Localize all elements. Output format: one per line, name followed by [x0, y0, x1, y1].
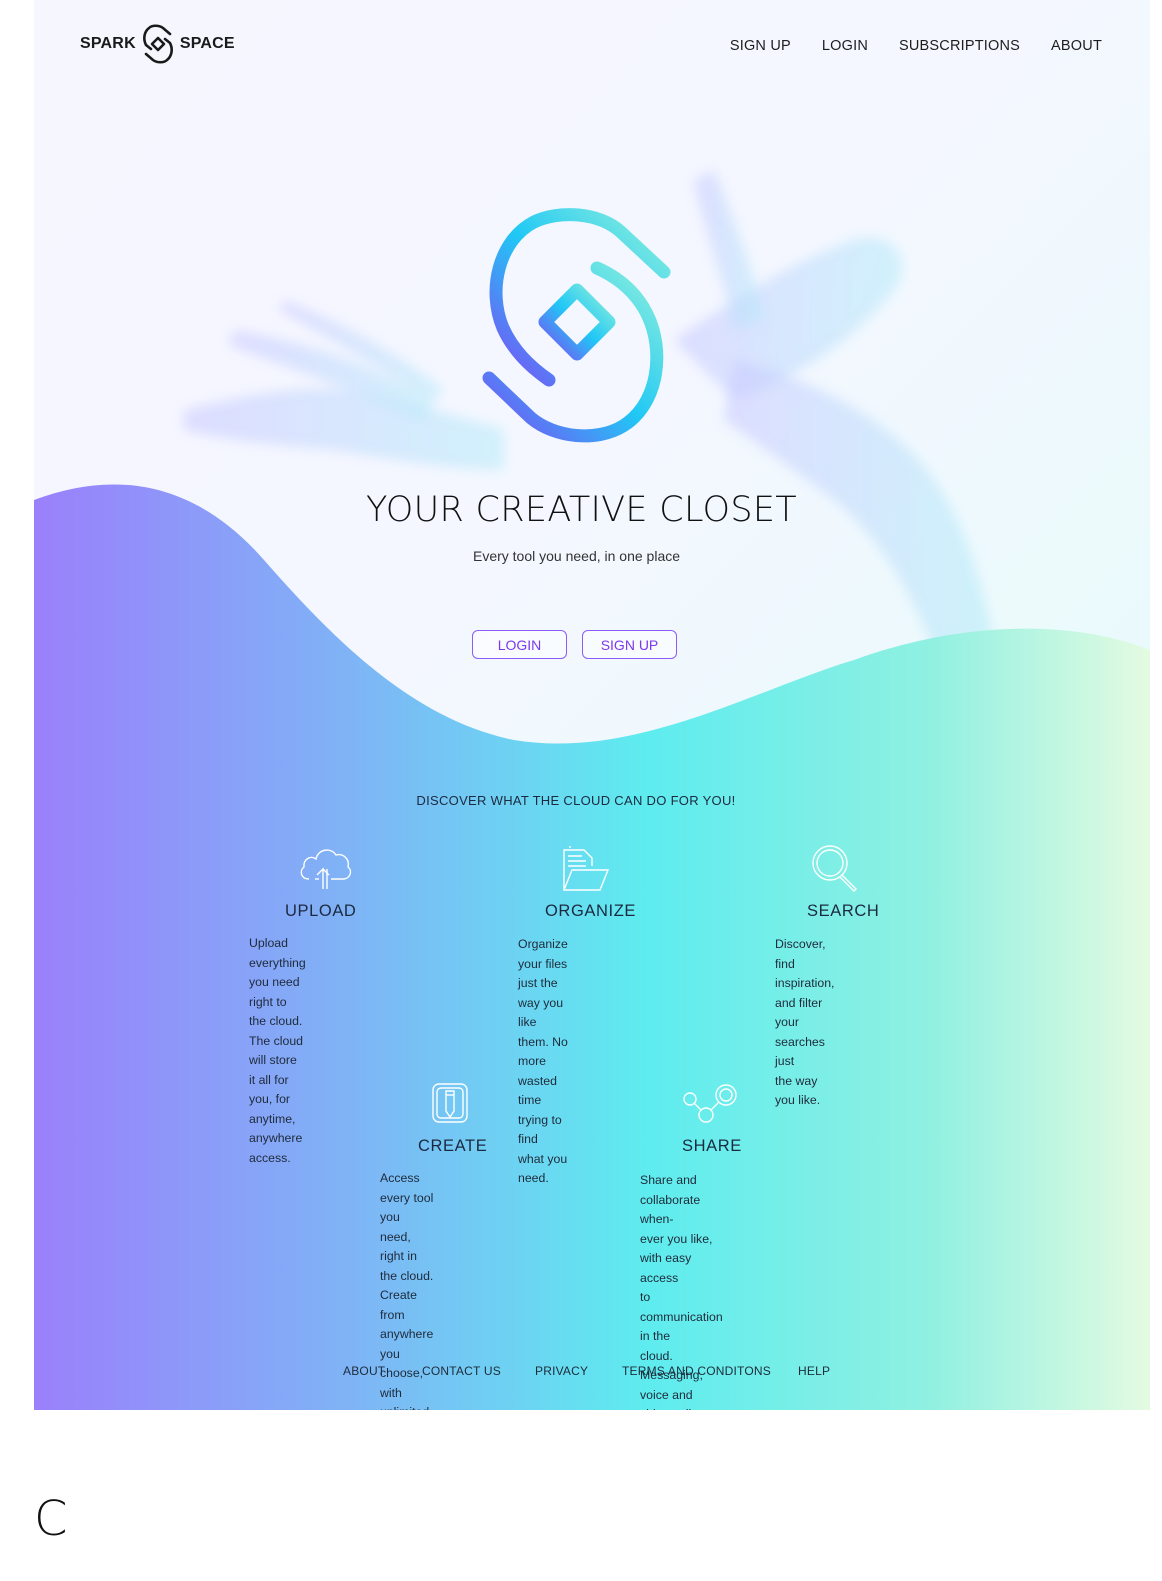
feature-title: ORGANIZE	[545, 902, 636, 920]
footer-contact-us[interactable]: CONTACT US	[422, 1364, 501, 1378]
feature-title: SEARCH	[807, 902, 880, 920]
brand-logo[interactable]: SPARK SPACE	[80, 24, 235, 64]
feature-title: UPLOAD	[285, 902, 357, 920]
feature-title: SHARE	[682, 1137, 742, 1155]
footer-privacy[interactable]: PRIVACY	[535, 1364, 588, 1378]
hero-signup-button[interactable]: SIGN UP	[582, 630, 677, 659]
footer-about[interactable]: ABOUT	[343, 1364, 385, 1378]
spark-space-logo-large	[482, 208, 671, 443]
nav-login[interactable]: LOGIN	[822, 38, 868, 54]
features-heading: DISCOVER WHAT THE CLOUD CAN DO FOR YOU!	[416, 793, 736, 808]
footer-terms[interactable]: TERMS AND CONDITONS	[622, 1364, 771, 1378]
corner-label: C	[34, 1491, 68, 1547]
share-nodes-icon	[683, 1084, 737, 1123]
feature-description: Discover, find inspiration, and filter y…	[775, 937, 835, 1107]
hero-subtitle: Every tool you need, in one place	[472, 548, 681, 564]
feature-title: CREATE	[418, 1137, 488, 1155]
pencil-tablet-icon	[432, 1083, 468, 1123]
hands-illustration	[184, 170, 994, 650]
brand-s-icon	[142, 24, 173, 64]
brand-name-left: SPARK	[80, 35, 136, 52]
feature-description: Organize your files just the way you lik…	[518, 937, 568, 1185]
nav-about[interactable]: ABOUT	[1051, 38, 1102, 54]
cloud-upload-icon	[300, 849, 352, 889]
nav-subscriptions[interactable]: SUBSCRIPTIONS	[899, 38, 1020, 54]
top-navigation: SIGN UP LOGIN SUBSCRIPTIONS ABOUT	[730, 38, 1102, 54]
hero-title: YOUR CREATIVE CLOSET	[365, 490, 797, 530]
magnifier-icon	[812, 845, 857, 892]
feature-description: Upload everything you need right to the …	[249, 936, 306, 1165]
nav-sign-up[interactable]: SIGN UP	[730, 38, 791, 54]
hero-background-art	[34, 170, 1150, 1410]
folder-document-icon	[562, 846, 610, 891]
hero-login-button[interactable]: LOGIN	[472, 630, 567, 659]
footer-help[interactable]: HELP	[798, 1364, 830, 1378]
landing-page: SPARK SPACE SIGN UP LOGIN SUBSCRIPTIONS …	[34, 0, 1150, 1410]
brand-name-right: SPACE	[179, 35, 235, 52]
